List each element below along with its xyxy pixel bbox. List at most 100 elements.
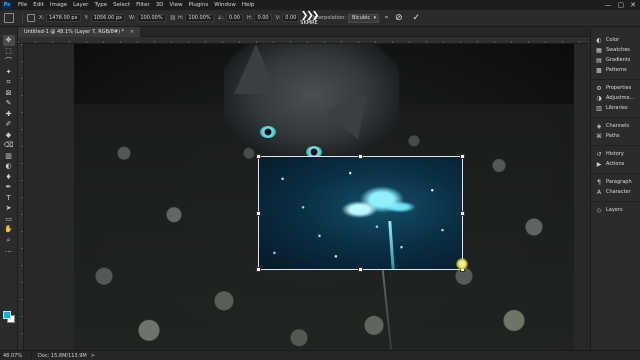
menu-layer[interactable]: Layer [70, 2, 91, 8]
x-position-field[interactable]: 1478.00 px [46, 14, 81, 22]
adjustments-icon: ◑ [596, 94, 602, 102]
transform-handle-top-left[interactable] [256, 154, 261, 159]
divider [591, 169, 640, 174]
menu-view[interactable]: View [166, 2, 185, 8]
glowing-flower [328, 182, 418, 232]
document-size-info: Doc: 15.8M/113.9M [38, 352, 87, 359]
v-skew-field[interactable]: 0.00 [282, 14, 300, 22]
photoshop-logo[interactable]: Ps [2, 1, 12, 9]
panel-character[interactable]: A Character [591, 187, 640, 197]
healing-brush-tool-icon[interactable]: ✚ [3, 109, 15, 120]
paragraph-icon: ¶ [597, 178, 601, 186]
panel-label: Adjustme... [606, 95, 635, 101]
eraser-tool-icon[interactable]: ⌫ [3, 140, 15, 151]
document-canvas[interactable] [74, 44, 574, 350]
menu-filter[interactable]: Filter [133, 2, 153, 8]
transform-handle-top[interactable] [358, 154, 363, 159]
transform-handle-left[interactable] [256, 211, 261, 216]
gradient-tool-icon[interactable]: ▥ [3, 151, 15, 162]
commit-transform-icon[interactable]: ✓ [413, 13, 421, 23]
document-tab[interactable]: Untitled-1 @ 48.1% (Layer 7, RGB/8#) * × [18, 27, 140, 37]
panel-channels[interactable]: ◈ Channels [591, 121, 640, 131]
horizontal-ruler[interactable] [18, 37, 590, 44]
panel-paragraph[interactable]: ¶ Paragraph [591, 177, 640, 187]
menu-3d[interactable]: 3D [153, 2, 167, 8]
pen-tool-icon[interactable]: ✒ [3, 182, 15, 193]
panel-gradients[interactable]: ▤ Gradients [591, 55, 640, 65]
menu-select[interactable]: Select [110, 2, 133, 8]
menu-window[interactable]: Window [211, 2, 239, 8]
brand-watermark: ❯❯❯ SKMRE [298, 12, 320, 27]
hand-tool-icon[interactable]: ✋ [3, 224, 15, 235]
tools-panel: ✥ ⬚ ⌒ ✦ ⌗ ⊠ ✎ ✚ ✐ ◆ ⌫ ▥ ◐ ♦ ✒ T ➤ ▭ ✋ ⌕ … [0, 27, 18, 350]
angle-field[interactable]: 0.00 [225, 14, 243, 22]
canvas-area[interactable] [24, 44, 590, 350]
more-tools-icon[interactable]: … [3, 245, 15, 256]
clone-stamp-tool-icon[interactable]: ◆ [3, 130, 15, 141]
transform-handle-top-right[interactable] [460, 154, 465, 159]
transform-handle-bottom-left[interactable] [256, 267, 261, 272]
path-selection-tool-icon[interactable]: ➤ [3, 203, 15, 214]
panel-swatches[interactable]: ▦ Swatches [591, 45, 640, 55]
frame-tool-icon[interactable]: ⊠ [3, 88, 15, 99]
close-window-icon[interactable]: ✕ [630, 1, 636, 9]
panel-color[interactable]: ◐ Color [591, 35, 640, 45]
transform-handle-right[interactable] [460, 211, 465, 216]
panel-properties[interactable]: ⚙ Properties [591, 83, 640, 93]
y-position-field[interactable]: 1056.00 px [90, 14, 126, 22]
menu-type[interactable]: Type [91, 2, 110, 8]
menu-file[interactable]: File [15, 2, 30, 8]
color-icon: ◐ [596, 36, 602, 44]
rectangle-tool-icon[interactable]: ▭ [3, 214, 15, 225]
height-field[interactable]: 100.00% [185, 14, 214, 22]
eyedropper-tool-icon[interactable]: ✎ [3, 98, 15, 109]
panel-label: Swatches [606, 47, 630, 53]
lasso-tool-icon[interactable]: ⌒ [3, 56, 15, 67]
width-field[interactable]: 100.00% [137, 14, 166, 22]
brush-tool-icon[interactable]: ✐ [3, 119, 15, 130]
transform-tool-icon[interactable] [4, 13, 14, 23]
cursor-highlight [456, 258, 468, 270]
panel-label: History [606, 151, 624, 157]
menu-help[interactable]: Help [239, 2, 258, 8]
type-tool-icon[interactable]: T [3, 193, 15, 204]
crop-tool-icon[interactable]: ⌗ [3, 77, 15, 88]
dodge-tool-icon[interactable]: ♦ [3, 172, 15, 183]
panel-paths[interactable]: ⌘ Paths [591, 131, 640, 141]
blur-tool-icon[interactable]: ◐ [3, 161, 15, 172]
foreground-color-swatch[interactable] [3, 311, 11, 319]
character-icon: A [596, 188, 602, 196]
menu-edit[interactable]: Edit [30, 2, 47, 8]
placed-glowing-flower-layer[interactable] [258, 156, 463, 270]
marquee-tool-icon[interactable]: ⬚ [3, 46, 15, 57]
zoom-tool-icon[interactable]: ⌕ [3, 235, 15, 246]
actions-icon: ▶ [596, 160, 602, 168]
minimize-icon[interactable]: — [605, 1, 612, 9]
close-tab-icon[interactable]: × [130, 29, 134, 35]
panel-patterns[interactable]: ▩ Patterns [591, 65, 640, 75]
panel-layers[interactable]: ◇ Layers [591, 205, 640, 215]
move-tool-icon[interactable]: ✥ [2, 35, 15, 46]
panel-history[interactable]: ↺ History [591, 149, 640, 159]
status-menu-icon[interactable]: > [91, 353, 95, 359]
cancel-transform-icon[interactable]: ⊘ [395, 13, 403, 23]
menu-plugins[interactable]: Plugins [185, 2, 211, 8]
swatches-icon: ▦ [596, 46, 602, 54]
transform-handle-bottom[interactable] [358, 267, 363, 272]
interpolation-select[interactable]: Bicubic [348, 13, 380, 23]
maximize-icon[interactable]: ▢ [618, 1, 625, 9]
panel-actions[interactable]: ▶ Actions [591, 159, 640, 169]
brand-text: SKMRE [300, 20, 318, 26]
h-skew-field[interactable]: 0.00 [254, 14, 272, 22]
panel-libraries[interactable]: ▥ Libraries [591, 103, 640, 113]
panel-label: Properties [606, 85, 632, 91]
warp-icon[interactable]: ⌗ [385, 15, 388, 21]
reference-point-icon[interactable] [27, 14, 35, 22]
magic-wand-tool-icon[interactable]: ✦ [3, 67, 15, 78]
menu-image[interactable]: Image [47, 2, 70, 8]
panel-adjustments[interactable]: ◑ Adjustme... [591, 93, 640, 103]
link-icon[interactable]: ⛓ [170, 15, 176, 21]
libraries-icon: ▥ [596, 104, 602, 112]
zoom-level[interactable]: 48.07% [0, 352, 32, 359]
